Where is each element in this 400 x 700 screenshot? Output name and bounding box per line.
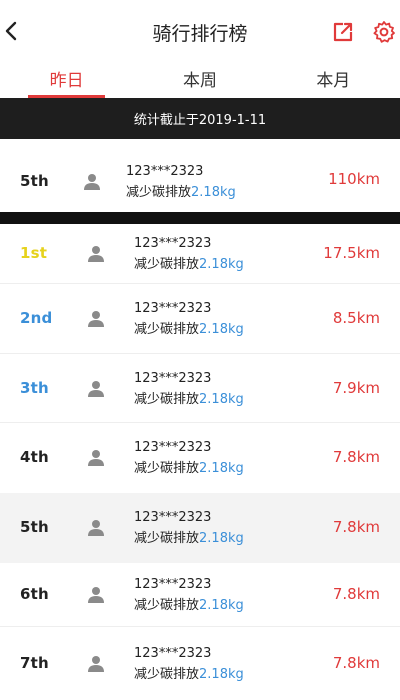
leaderboard-row[interactable]: 6th 123***2323 减少碳排放2.18kg 7.8km [0,563,400,627]
distance: 7.8km [332,518,380,536]
tab-this-week[interactable]: 本周 [133,60,266,98]
user-name: 123***2323 [134,371,212,386]
settings-button[interactable] [371,19,397,45]
avatar [82,305,110,333]
leaderboard-row[interactable]: 2nd 123***2323 减少碳排放2.18kg 8.5km [0,284,400,354]
carbon-reduction: 减少碳排放2.18kg [134,667,244,682]
share-button[interactable] [330,19,356,45]
carbon-reduction: 减少碳排放2.18kg [134,461,244,476]
carbon-reduction: 减少碳排放2.18kg [134,322,244,337]
distance: 8.5km [332,309,380,327]
tab-bar: 昨日 本周 本月 [0,60,400,98]
distance: 110km [328,170,380,188]
rank-label: 5th [20,518,49,536]
carbon-value: 2.18kg [199,322,244,337]
user-icon [88,587,104,603]
carbon-value: 2.18kg [199,461,244,476]
leaderboard-row[interactable]: 3th 123***2323 减少碳排放2.18kg 7.9km [0,354,400,423]
user-name: 123***2323 [134,577,212,592]
rank-label: 2nd [20,309,53,327]
stats-cutoff-banner: 统计截止于2019-1-11 [0,98,400,139]
leaderboard-row[interactable]: 4th 123***2323 减少碳排放2.18kg 7.8km [0,423,400,493]
gear-icon [373,21,395,43]
distance: 17.5km [323,244,380,262]
carbon-value: 2.18kg [199,257,244,272]
section-divider [0,212,400,224]
avatar [82,514,110,542]
carbon-value: 2.18kg [191,185,236,200]
carbon-reduction: 减少碳排放2.18kg [126,185,236,200]
avatar [82,375,110,403]
distance: 7.8km [332,585,380,603]
avatar [82,650,110,678]
carbon-reduction: 减少碳排放2.18kg [134,257,244,272]
user-name: 123***2323 [134,510,212,525]
user-name: 123***2323 [134,440,212,455]
avatar [78,168,106,196]
carbon-value: 2.18kg [199,667,244,682]
avatar [82,240,110,268]
carbon-reduction: 减少碳排放2.18kg [134,531,244,546]
carbon-value: 2.18kg [199,598,244,613]
tab-this-month[interactable]: 本月 [267,60,400,98]
avatar [82,444,110,472]
rank-label: 1st [20,244,48,262]
distance: 7.8km [332,448,380,466]
leaderboard-row[interactable]: 1st 123***2323 减少碳排放2.18kg 17.5km [0,224,400,284]
carbon-value: 2.18kg [199,531,244,546]
rank-label: 4th [20,448,49,466]
rank-label: 7th [20,654,49,672]
carbon-reduction: 减少碳排放2.18kg [134,598,244,613]
user-icon [88,311,104,327]
user-name: 123***2323 [134,301,212,316]
distance: 7.8km [332,654,380,672]
user-icon [88,656,104,672]
user-icon [84,174,100,190]
distance: 7.9km [332,379,380,397]
header-bar: 骑行排行榜 [0,0,400,60]
rank-label: 6th [20,585,49,603]
rank-label: 3th [20,379,49,397]
user-icon [88,520,104,536]
user-name: 123***2323 [134,236,212,251]
user-icon [88,450,104,466]
leaderboard-row[interactable]: 7th 123***2323 减少碳排放2.18kg 7.8km [0,627,400,700]
share-icon [333,22,353,42]
carbon-reduction: 减少碳排放2.18kg [134,392,244,407]
user-icon [88,381,104,397]
user-name: 123***2323 [134,646,212,661]
carbon-value: 2.18kg [199,392,244,407]
user-icon [88,246,104,262]
avatar [82,581,110,609]
my-rank-row[interactable]: 5th 123***2323 减少碳排放2.18kg 110km [0,139,400,212]
tab-yesterday[interactable]: 昨日 [0,60,133,98]
user-name: 123***2323 [126,164,204,179]
leaderboard-row[interactable]: 5th 123***2323 减少碳排放2.18kg 7.8km [0,493,400,563]
rank-label: 5th [20,172,49,190]
